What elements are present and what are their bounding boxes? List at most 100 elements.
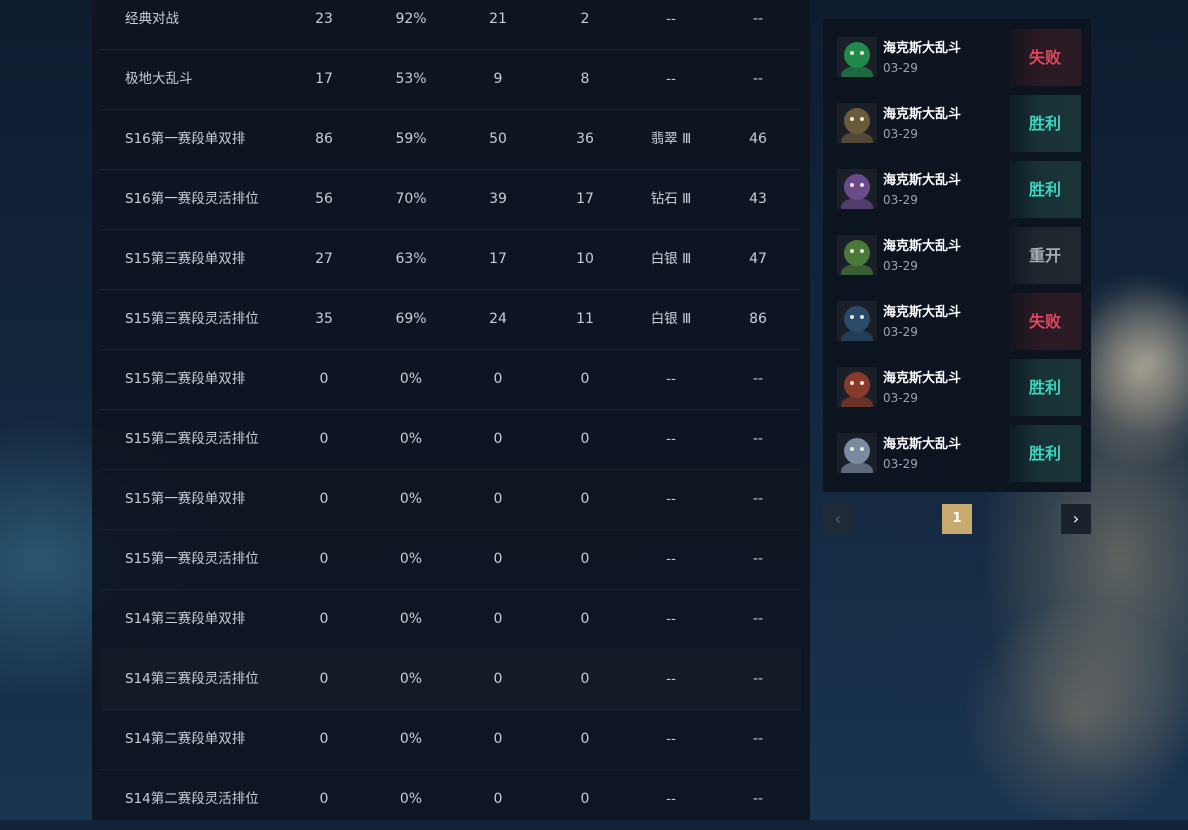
rank-cell: -- [666, 11, 676, 27]
queue-name-cell: S15第三赛段单双排 [125, 251, 246, 267]
wins-cell: 0 [493, 791, 503, 807]
table-row: S14第二赛段灵活排位 0 0% 0 0 -- -- [101, 770, 801, 830]
table-row: S14第三赛段灵活排位 0 0% 0 0 -- -- [101, 650, 801, 710]
league-points-cell: -- [752, 731, 764, 747]
chevron-right-icon[interactable]: › [1061, 504, 1091, 534]
queue-name-cell: S16第一赛段灵活排位 [125, 191, 259, 207]
league-points-cell: 47 [749, 251, 767, 267]
losses-cell: 2 [580, 11, 590, 27]
match-history-item[interactable]: 海克斯大乱斗 03-29 胜利 [837, 161, 1081, 219]
league-points-cell: -- [752, 791, 764, 807]
queue-name-cell: S16第一赛段单双排 [125, 131, 246, 147]
games-played-cell: 0 [319, 791, 329, 807]
losses-cell: 0 [580, 371, 590, 387]
wins-cell: 0 [493, 551, 503, 567]
match-mode-label: 海克斯大乱斗 [883, 107, 962, 122]
losses-cell: 10 [576, 251, 594, 267]
chevron-left-icon[interactable]: ‹ [823, 504, 853, 534]
yordle-champion-portrait-icon [837, 235, 877, 275]
match-result-badge: 重开 [1009, 227, 1081, 284]
wins-cell: 17 [489, 251, 507, 267]
table-row: S14第二赛段单双排 0 0% 0 0 -- -- [101, 710, 801, 770]
win-rate-cell: 53% [395, 71, 427, 87]
wins-cell: 24 [489, 311, 507, 327]
losses-cell: 0 [580, 551, 590, 567]
win-rate-cell: 70% [395, 191, 427, 207]
rank-cell: -- [666, 791, 676, 807]
rank-cell: -- [666, 371, 676, 387]
league-points-cell: -- [752, 11, 764, 27]
wins-cell: 0 [493, 611, 503, 627]
losses-cell: 0 [580, 611, 590, 627]
rank-cell: -- [666, 491, 676, 507]
win-rate-cell: 92% [395, 11, 427, 27]
win-rate-cell: 0% [399, 731, 423, 747]
table-row: 极地大乱斗 17 53% 9 8 -- -- [101, 50, 801, 110]
wins-cell: 0 [493, 671, 503, 687]
match-date-label: 03-29 [883, 391, 918, 405]
queue-name-cell: 极地大乱斗 [125, 71, 193, 87]
match-result-badge: 胜利 [1009, 95, 1081, 152]
games-played-cell: 56 [315, 191, 333, 207]
match-result-badge: 胜利 [1009, 425, 1081, 482]
games-played-cell: 0 [319, 491, 329, 507]
win-rate-cell: 63% [395, 251, 427, 267]
match-history-item[interactable]: 海克斯大乱斗 03-29 失败 [837, 293, 1081, 351]
games-played-cell: 35 [315, 311, 333, 327]
games-played-cell: 23 [315, 11, 333, 27]
match-history-item[interactable]: 海克斯大乱斗 03-29 失败 [837, 29, 1081, 87]
rank-cell: 钻石 Ⅲ [650, 191, 692, 207]
queue-name-cell: S14第二赛段单双排 [125, 731, 246, 747]
losses-cell: 36 [576, 131, 594, 147]
match-date-label: 03-29 [883, 193, 918, 207]
table-row: S15第三赛段灵活排位 35 69% 24 11 白银 Ⅲ 86 [101, 290, 801, 350]
match-result-badge: 失败 [1009, 29, 1081, 86]
queue-name-cell: S15第二赛段单双排 [125, 371, 246, 387]
rank-cell: 白银 Ⅲ [650, 311, 692, 327]
wins-cell: 50 [489, 131, 507, 147]
wins-cell: 0 [493, 431, 503, 447]
table-row: S15第二赛段灵活排位 0 0% 0 0 -- -- [101, 410, 801, 470]
rank-cell: -- [666, 431, 676, 447]
table-row: S15第二赛段单双排 0 0% 0 0 -- -- [101, 350, 801, 410]
losses-cell: 0 [580, 431, 590, 447]
losses-cell: 0 [580, 491, 590, 507]
table-row: S15第一赛段灵活排位 0 0% 0 0 -- -- [101, 530, 801, 590]
queue-name-cell: S15第三赛段灵活排位 [125, 311, 259, 327]
table-row: S15第三赛段单双排 27 63% 17 10 白银 Ⅲ 47 [101, 230, 801, 290]
wins-cell: 21 [489, 11, 507, 27]
match-mode-label: 海克斯大乱斗 [883, 173, 962, 188]
games-played-cell: 0 [319, 371, 329, 387]
queue-name-cell: 经典对战 [125, 11, 179, 27]
rank-cell: -- [666, 671, 676, 687]
league-points-cell: 86 [749, 311, 767, 327]
win-rate-cell: 59% [395, 131, 427, 147]
league-points-cell: -- [752, 671, 764, 687]
page-button-current[interactable]: 1 [942, 504, 972, 534]
match-result-badge: 胜利 [1009, 161, 1081, 218]
match-mode-label: 海克斯大乱斗 [883, 239, 962, 254]
match-history-item[interactable]: 海克斯大乱斗 03-29 胜利 [837, 359, 1081, 417]
losses-cell: 11 [576, 311, 594, 327]
match-history-list: 海克斯大乱斗 03-29 失败 海克斯大乱斗 03-29 胜利 海克斯大乱斗 03-29 胜利海… [823, 19, 1091, 492]
games-played-cell: 0 [319, 431, 329, 447]
queue-name-cell: S15第一赛段单双排 [125, 491, 246, 507]
match-result-badge: 失败 [1009, 293, 1081, 350]
games-played-cell: 17 [315, 71, 333, 87]
table-row: 经典对战 23 92% 21 2 -- -- [101, 0, 801, 50]
league-points-cell: -- [752, 611, 764, 627]
league-points-cell: -- [752, 71, 764, 87]
win-rate-cell: 0% [399, 431, 423, 447]
wins-cell: 39 [489, 191, 507, 207]
match-history-item[interactable]: 海克斯大乱斗 03-29 胜利 [837, 95, 1081, 153]
table-row: S16第一赛段灵活排位 56 70% 39 17 钻石 Ⅲ 43 [101, 170, 801, 230]
queue-name-cell: S15第一赛段灵活排位 [125, 551, 259, 567]
losses-cell: 0 [580, 731, 590, 747]
match-history-item[interactable]: 海克斯大乱斗 03-29 重开 [837, 227, 1081, 285]
win-rate-cell: 69% [395, 311, 427, 327]
games-played-cell: 86 [315, 131, 333, 147]
queue-stats-table: 经典对战 23 92% 21 2 -- -- 极地大乱斗 17 53% 9 8 -- -- S16第一赛段单… [101, 0, 801, 830]
match-history-item[interactable]: 海克斯大乱斗 03-29 胜利 [837, 425, 1081, 483]
losses-cell: 0 [580, 791, 590, 807]
win-rate-cell: 0% [399, 491, 423, 507]
